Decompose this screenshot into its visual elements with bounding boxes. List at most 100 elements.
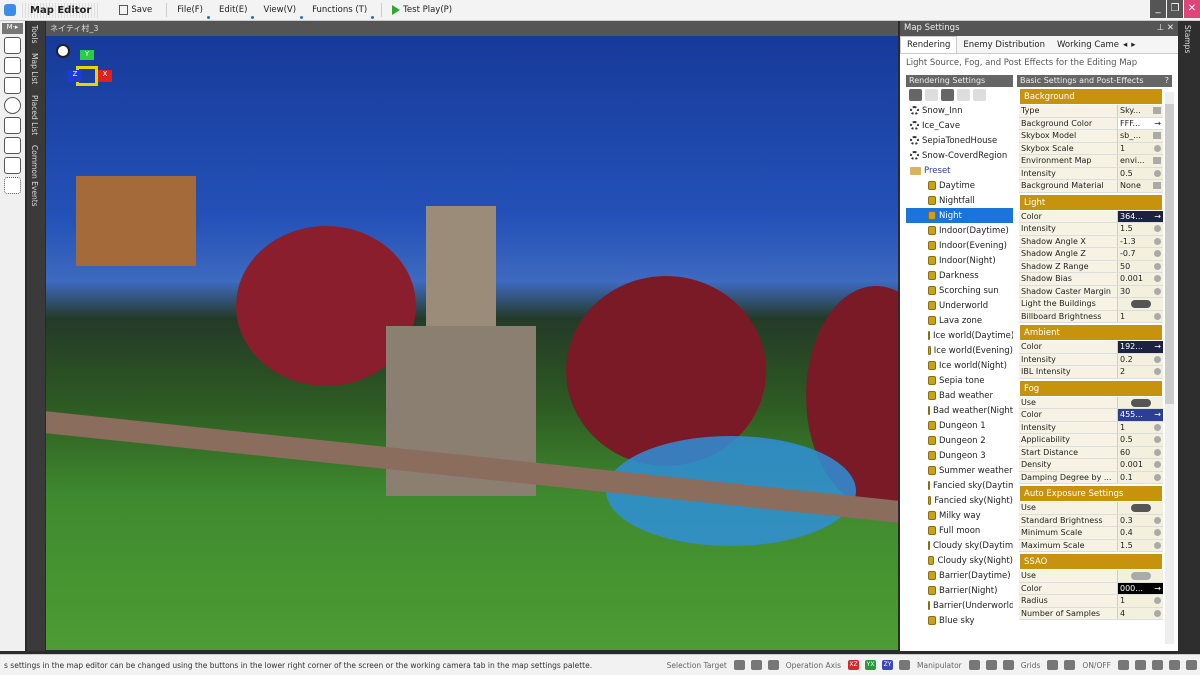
tab-tools[interactable]: Tools: [30, 25, 39, 43]
menu-view[interactable]: View(V): [257, 3, 303, 19]
property-value[interactable]: 0.4: [1118, 527, 1163, 539]
property-value[interactable]: [1118, 298, 1163, 310]
tab-rendering[interactable]: Rendering: [900, 36, 958, 53]
select-object-icon[interactable]: [750, 660, 762, 670]
spinner-icon[interactable]: [1154, 516, 1161, 524]
tree-item[interactable]: Full moon: [906, 523, 1013, 538]
spinner-icon[interactable]: [1154, 541, 1161, 549]
sphere-icon[interactable]: [1169, 660, 1180, 670]
property-value[interactable]: envi...: [1118, 155, 1163, 167]
add-icon[interactable]: [909, 89, 922, 101]
property-value[interactable]: [1118, 396, 1163, 408]
menu-functions[interactable]: Functions (T): [306, 3, 375, 19]
property-value[interactable]: -0.7: [1118, 248, 1163, 260]
monitor-icon[interactable]: [4, 117, 21, 134]
tree-item[interactable]: Cloudy sky(Night): [906, 553, 1013, 568]
property-value[interactable]: 1: [1118, 142, 1163, 154]
property-value[interactable]: 0.001: [1118, 459, 1163, 471]
menu-edit[interactable]: Edit(E): [213, 3, 255, 19]
tree-item[interactable]: Barrier(Daytime): [906, 568, 1013, 583]
spinner-icon[interactable]: [1154, 169, 1161, 177]
tree-item[interactable]: Ice world(Night): [906, 358, 1013, 373]
axis-zy-button[interactable]: ZY: [882, 660, 894, 670]
gizmo-x[interactable]: X: [98, 70, 112, 82]
paste-icon[interactable]: [957, 89, 970, 101]
scale-gizmo-icon[interactable]: [1002, 660, 1014, 670]
pin-icon[interactable]: ⊥: [1157, 23, 1164, 33]
tab-working-camera[interactable]: Working Came: [1051, 37, 1121, 53]
new-folder-icon[interactable]: [925, 89, 938, 101]
tab-scroll-right[interactable]: ▸: [1129, 37, 1137, 53]
tree-item[interactable]: Snow-CoverdRegion: [906, 148, 1013, 163]
axis-yx-button[interactable]: YX: [865, 660, 877, 670]
tree-item[interactable]: Snow_Inn: [906, 103, 1013, 118]
property-value[interactable]: 2: [1118, 366, 1163, 378]
help-icon[interactable]: ?: [1165, 76, 1169, 86]
property-value[interactable]: 0.2: [1118, 353, 1163, 365]
select-icon[interactable]: [4, 177, 21, 194]
property-value[interactable]: 192... →: [1118, 341, 1163, 353]
property-value[interactable]: Sky...: [1118, 105, 1163, 117]
tree-item[interactable]: Nightfall: [906, 193, 1013, 208]
tab-map-list[interactable]: Map List: [30, 53, 39, 84]
tab-placed-list[interactable]: Placed List: [30, 95, 39, 135]
tree-item[interactable]: Fancied sky(Night): [906, 493, 1013, 508]
property-value[interactable]: None: [1118, 180, 1163, 192]
gem-icon[interactable]: [1135, 660, 1146, 670]
tab-common-events[interactable]: Common Events: [30, 145, 39, 207]
property-value[interactable]: [1118, 570, 1163, 582]
tree-item[interactable]: Ice world(Evening): [906, 343, 1013, 358]
tree-item[interactable]: Dungeon 3: [906, 448, 1013, 463]
property-value[interactable]: 60: [1118, 446, 1163, 458]
spinner-icon[interactable]: [1154, 597, 1161, 604]
dropdown-icon[interactable]: [1153, 157, 1161, 164]
property-value[interactable]: FFF... →: [1118, 117, 1163, 129]
property-value[interactable]: 1: [1118, 421, 1163, 433]
group-header[interactable]: Auto Exposure Settings: [1019, 485, 1163, 502]
magnet-icon[interactable]: [1047, 660, 1059, 670]
map-viewport[interactable]: Y Z X: [46, 36, 898, 650]
tree-item[interactable]: Underworld: [906, 298, 1013, 313]
spinner-icon[interactable]: [1154, 287, 1161, 295]
group-header[interactable]: Background: [1019, 88, 1163, 105]
spinner-icon[interactable]: [1154, 609, 1161, 617]
property-value[interactable]: 1.5: [1118, 539, 1163, 551]
property-value[interactable]: -1.3: [1118, 235, 1163, 247]
tree-item[interactable]: Barrier(Underworld): [906, 598, 1013, 613]
tree-item[interactable]: Cloudy sky(Daytime): [906, 538, 1013, 553]
arrow-right-icon[interactable]: →: [1154, 212, 1161, 222]
property-value[interactable]: 0.1: [1118, 471, 1163, 483]
property-value[interactable]: 364... →: [1118, 210, 1163, 222]
tree-item[interactable]: SepiaTonedHouse: [906, 133, 1013, 148]
arrow-right-icon[interactable]: →: [1154, 342, 1161, 352]
spinner-icon[interactable]: [1154, 355, 1161, 363]
panel-close-icon[interactable]: ✕: [1167, 23, 1174, 33]
save-button[interactable]: Save: [113, 3, 158, 17]
spinner-icon[interactable]: [1154, 275, 1161, 282]
toggle-switch[interactable]: [1130, 398, 1151, 407]
tree-item[interactable]: Summer weather: [906, 463, 1013, 478]
gizmo-y[interactable]: Y: [80, 50, 94, 60]
group-header[interactable]: Ambient: [1019, 324, 1163, 341]
property-value[interactable]: 0.3: [1118, 514, 1163, 526]
dropdown-icon[interactable]: [1153, 182, 1161, 189]
toggle-switch[interactable]: [1130, 300, 1151, 308]
minimize-button[interactable]: _: [1150, 0, 1166, 18]
light-icon[interactable]: [1152, 660, 1163, 670]
arrow-right-icon[interactable]: →: [1154, 584, 1161, 594]
property-value[interactable]: 1.5: [1118, 223, 1163, 235]
tree-item[interactable]: Indoor(Daytime): [906, 223, 1013, 238]
menu-file[interactable]: File(F): [171, 3, 210, 19]
copy-icon[interactable]: [941, 89, 954, 101]
spinner-icon[interactable]: [1154, 473, 1161, 481]
tree-item[interactable]: Indoor(Evening): [906, 238, 1013, 253]
group-header[interactable]: Fog: [1019, 379, 1163, 397]
tree-item[interactable]: Blue sky: [906, 613, 1013, 628]
property-value[interactable]: 455... →: [1118, 409, 1163, 421]
d-object-icon[interactable]: [4, 77, 21, 94]
tree-item[interactable]: Milky way: [906, 508, 1013, 523]
property-value[interactable]: 4: [1118, 607, 1163, 619]
spinner-icon[interactable]: [1154, 237, 1161, 245]
spinner-icon[interactable]: [1154, 368, 1161, 375]
scroll-thumb[interactable]: [1165, 104, 1174, 404]
